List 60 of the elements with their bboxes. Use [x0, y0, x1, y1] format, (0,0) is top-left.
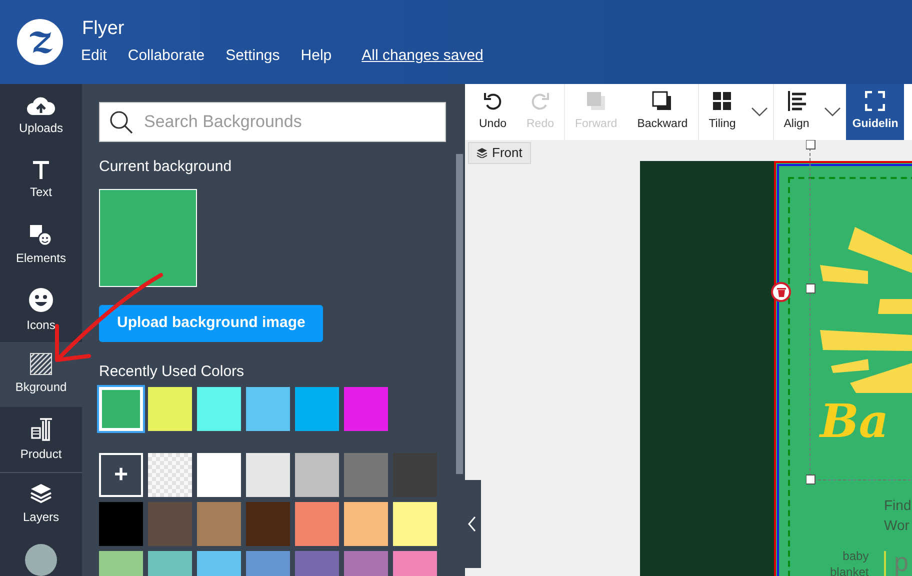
- color-swatch[interactable]: [246, 502, 290, 546]
- color-swatch[interactable]: [344, 387, 388, 431]
- redo-icon: [530, 90, 550, 111]
- color-swatch[interactable]: [295, 387, 339, 431]
- section-heading: Current background: [99, 157, 233, 177]
- align-left-icon: [786, 90, 807, 111]
- trash-icon: [776, 287, 786, 297]
- menu-item[interactable]: Collaborate: [128, 46, 205, 66]
- product-icon: [28, 416, 54, 442]
- divider-line: [884, 551, 886, 576]
- scrollbar[interactable]: [456, 154, 463, 474]
- color-swatch[interactable]: [295, 502, 339, 546]
- color-swatch[interactable]: [246, 453, 290, 497]
- undo-icon: [482, 90, 503, 111]
- color-swatch[interactable]: [295, 453, 339, 497]
- collapse-panel-button[interactable]: [463, 480, 481, 568]
- color-swatch[interactable]: [197, 453, 241, 497]
- smiley-icon: [28, 286, 54, 313]
- save-status-link[interactable]: All changes saved: [362, 46, 484, 66]
- flyer-tag-text: baby blanket: [830, 548, 869, 576]
- flyer-text: Find Wor: [884, 496, 912, 535]
- front-side-button[interactable]: Front: [468, 142, 532, 164]
- corners-icon: [865, 90, 886, 111]
- chevron-down-icon: [750, 107, 768, 117]
- transparent-swatch[interactable]: [148, 453, 192, 497]
- color-swatch[interactable]: [99, 502, 143, 546]
- send-backward-icon: [652, 90, 672, 111]
- search-icon: [109, 110, 133, 134]
- color-swatch[interactable]: [344, 453, 388, 497]
- document-title: Flyer: [81, 18, 126, 40]
- color-swatch[interactable]: [393, 502, 437, 546]
- chevron-left-icon: [468, 516, 476, 532]
- color-swatch[interactable]: [148, 387, 192, 431]
- current-background-swatch[interactable]: [99, 188, 197, 286]
- layers-icon: [30, 482, 52, 505]
- section-heading: Recently Used Colors: [99, 362, 246, 382]
- color-swatch[interactable]: [197, 502, 241, 546]
- rail-item[interactable]: Bkground: [0, 342, 82, 407]
- search-field[interactable]: Search Backgrounds: [99, 102, 446, 142]
- color-swatch[interactable]: [197, 387, 241, 431]
- bring-forward-icon: [586, 90, 606, 111]
- toolbar-button[interactable]: Guidelin: [846, 84, 904, 140]
- color-swatch[interactable]: [344, 502, 388, 546]
- chevron-down-icon: [824, 107, 842, 117]
- color-swatch[interactable]: [148, 502, 192, 546]
- menu-item[interactable]: Help: [300, 46, 332, 66]
- color-swatch[interactable]: [246, 387, 290, 431]
- menu-item[interactable]: Settings: [226, 46, 280, 66]
- flyer-title: Ba: [820, 395, 889, 447]
- menu-item[interactable]: Edit: [81, 46, 107, 66]
- letter-t-icon: [32, 160, 50, 180]
- grid-icon: [712, 90, 732, 111]
- layers-icon: [477, 148, 487, 158]
- logo-icon[interactable]: [16, 18, 64, 66]
- avatar-placeholder[interactable]: [25, 544, 57, 576]
- cloud-upload-icon: [26, 96, 56, 116]
- hatched-square-icon: [30, 353, 52, 376]
- shapes-icon: [29, 224, 53, 246]
- add-color-button[interactable]: +: [99, 453, 143, 497]
- color-swatch[interactable]: [99, 387, 143, 431]
